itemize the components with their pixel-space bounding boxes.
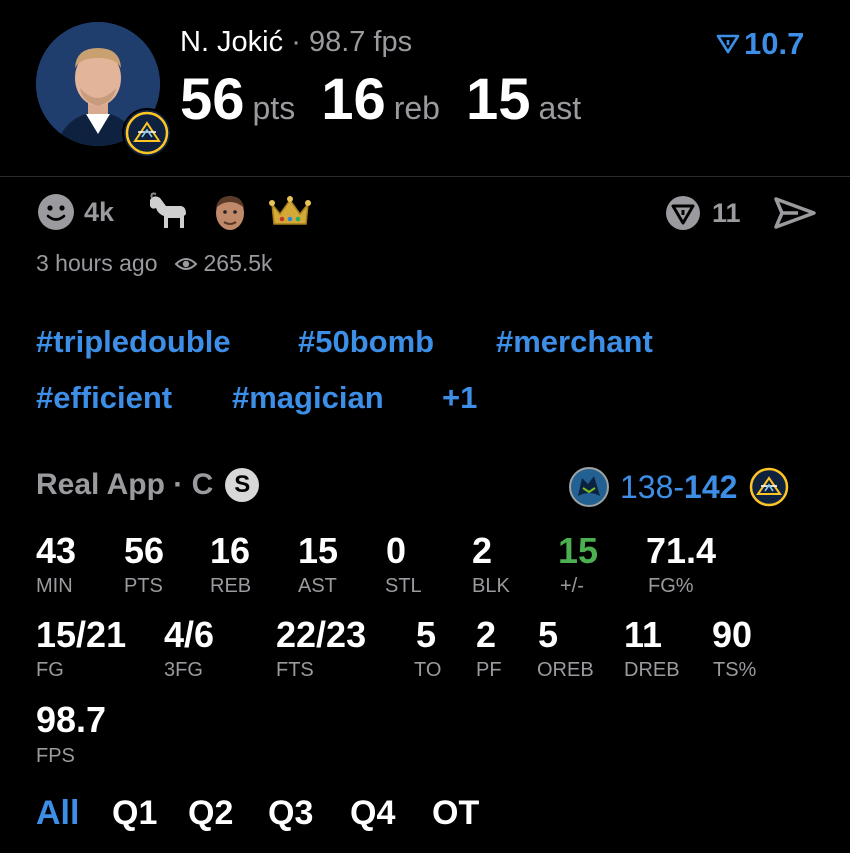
stat-label: 3FG xyxy=(164,659,203,681)
stat-label: FPS xyxy=(36,745,75,767)
score-dash: - xyxy=(673,468,685,505)
game-source[interactable]: Real App · C xyxy=(36,468,213,502)
away-score: 138 xyxy=(620,468,674,505)
goat-icon[interactable] xyxy=(146,192,190,232)
stat-label: +/- xyxy=(560,575,584,597)
assists-value: 15 xyxy=(465,67,531,132)
smiley-icon xyxy=(38,194,74,230)
reaction-count-button[interactable]: 4k xyxy=(36,192,114,232)
tab-q1[interactable]: Q1 xyxy=(112,794,157,833)
hashtag-link[interactable]: #magician xyxy=(232,380,384,416)
stat-label: AST xyxy=(298,575,337,597)
stat-label: MIN xyxy=(36,575,73,597)
player-fps: 98.7 fps xyxy=(308,26,413,58)
nuggets-logo-icon xyxy=(122,108,172,158)
timberwolves-logo-icon xyxy=(569,467,609,507)
tab-q4[interactable]: Q4 xyxy=(350,794,395,833)
eye-icon xyxy=(175,257,198,270)
rank-arrow-icon xyxy=(716,34,740,54)
rank-value: 10.7 xyxy=(744,26,805,61)
stat-label: BLK xyxy=(472,575,510,597)
header-separator: · xyxy=(291,26,301,58)
reaction-count: 4k xyxy=(84,196,115,227)
comment-logo-icon xyxy=(666,196,700,230)
stat-value: 90 xyxy=(712,614,753,655)
player-name[interactable]: N. Jokić xyxy=(180,26,283,58)
stat-label: REB xyxy=(210,575,252,597)
stat-value: 2 xyxy=(476,614,497,655)
stat-value: 15/21 xyxy=(36,614,127,655)
stat-value: 15 xyxy=(298,530,339,571)
post-timestamp: 3 hours ago xyxy=(36,250,158,276)
hashtag-link[interactable]: #50bomb xyxy=(298,324,434,360)
more-tags-link[interactable]: +1 xyxy=(442,380,477,416)
stat-value: 5 xyxy=(416,614,437,655)
stat-value: 4/6 xyxy=(164,614,215,655)
stat-value: 56 xyxy=(124,530,165,571)
stat-value: 2 xyxy=(472,530,493,571)
stat-value: 0 xyxy=(386,530,407,571)
rank-indicator[interactable]: 10.7 xyxy=(716,26,804,62)
points-value: 56 xyxy=(180,67,245,132)
crown-icon[interactable] xyxy=(268,194,312,230)
assists-unit: ast xyxy=(538,90,582,126)
view-count: 265.5k xyxy=(203,250,273,276)
stat-value: 98.7 xyxy=(36,699,107,740)
stat-label: FTS xyxy=(276,659,314,681)
stat-value: 5 xyxy=(538,614,559,655)
share-icon[interactable] xyxy=(774,196,816,230)
header-divider xyxy=(0,176,850,177)
tab-q3[interactable]: Q3 xyxy=(268,794,313,833)
tab-q2[interactable]: Q2 xyxy=(188,794,233,833)
hashtag-link[interactable]: #tripledouble xyxy=(36,324,231,360)
tab-ot[interactable]: OT xyxy=(432,794,479,833)
stat-value: 16 xyxy=(210,530,251,571)
stat-label: DREB xyxy=(624,659,680,681)
points-unit: pts xyxy=(252,90,296,126)
comments-button[interactable]: 11 xyxy=(664,194,741,232)
stat-label: FG xyxy=(36,659,64,681)
stat-label: FG% xyxy=(648,575,694,597)
stat-value: 43 xyxy=(36,530,77,571)
stat-label: TS% xyxy=(713,659,757,681)
stat-label: OREB xyxy=(537,659,594,681)
rebounds-unit: reb xyxy=(393,90,440,126)
stat-value: 22/23 xyxy=(276,614,367,655)
stat-label: TO xyxy=(414,659,442,681)
rebounds-value: 16 xyxy=(321,67,386,132)
player-face-icon[interactable] xyxy=(212,192,248,232)
comment-count: 11 xyxy=(712,197,741,228)
hashtag-link[interactable]: #efficient xyxy=(36,380,172,416)
nuggets-logo-icon xyxy=(750,467,789,507)
stat-label: PTS xyxy=(124,575,163,597)
source-badge: S xyxy=(225,468,260,502)
stat-value: 71.4 xyxy=(646,530,717,571)
stat-value: 11 xyxy=(624,614,663,655)
hashtag-link[interactable]: #merchant xyxy=(496,324,653,360)
stat-label: STL xyxy=(385,575,422,597)
stat-label: PF xyxy=(476,659,502,681)
tab-all[interactable]: All xyxy=(36,794,79,833)
game-score[interactable]: 138 - 142 xyxy=(568,466,789,508)
home-score: 142 xyxy=(684,468,738,505)
plus-minus-value: 15 xyxy=(558,530,599,571)
